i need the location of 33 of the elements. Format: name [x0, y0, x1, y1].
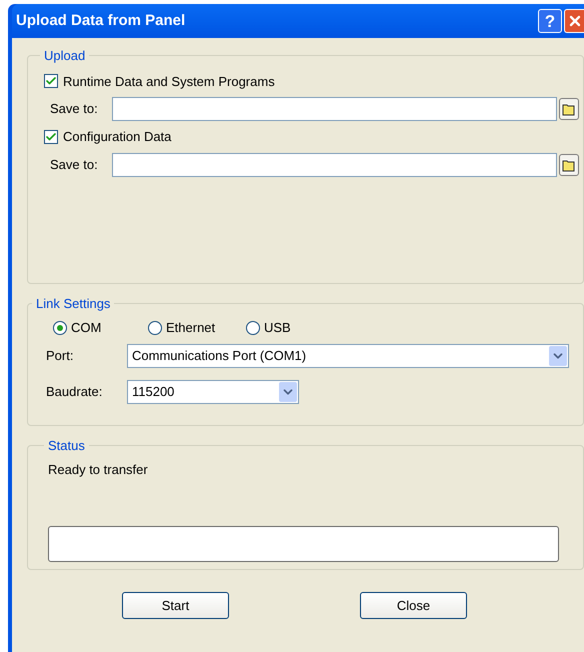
browse-button[interactable] — [559, 154, 579, 176]
radio-label: USB — [264, 318, 291, 337]
checkbox[interactable] — [44, 130, 58, 144]
folder-icon — [562, 102, 576, 116]
checkbox[interactable] — [44, 74, 58, 88]
checkbox-label: Runtime Data and System Programs — [63, 72, 275, 91]
radio-label: COM — [71, 318, 102, 337]
save-to-label: Save to: — [50, 100, 99, 118]
group-title: Link Settings — [35, 295, 112, 313]
dropdown-value: 115200 — [131, 382, 176, 401]
port-label: Port: — [46, 346, 74, 365]
checkbox-label: Configuration Data — [63, 128, 172, 146]
window-title: Upload Data from Panel — [15, 10, 186, 31]
dialog-button[interactable]: Close — [360, 592, 467, 619]
close-button[interactable] — [564, 9, 584, 33]
radio-button[interactable] — [148, 320, 162, 334]
status-message: Ready to transfer — [48, 460, 149, 479]
dropdown[interactable]: Communications Port (COM1) — [127, 344, 569, 368]
radio-button[interactable] — [246, 320, 260, 334]
help-button[interactable]: ? — [538, 9, 562, 33]
save-path-field[interactable] — [112, 97, 557, 121]
radio-button[interactable] — [53, 320, 67, 334]
folder-icon — [562, 158, 576, 172]
group-title: Status — [47, 437, 86, 455]
save-to-label: Save to: — [50, 156, 99, 174]
dialog-button[interactable]: Start — [122, 592, 229, 619]
dropdown-value: Communications Port (COM1) — [131, 346, 308, 365]
group-title: Upload — [43, 47, 86, 65]
save-path-field[interactable] — [112, 152, 557, 176]
radio-label: Ethernet — [166, 318, 216, 337]
browse-button[interactable] — [559, 98, 579, 120]
dropdown[interactable]: 115200 — [127, 380, 299, 404]
baudrate-label: Baudrate: — [46, 382, 104, 401]
